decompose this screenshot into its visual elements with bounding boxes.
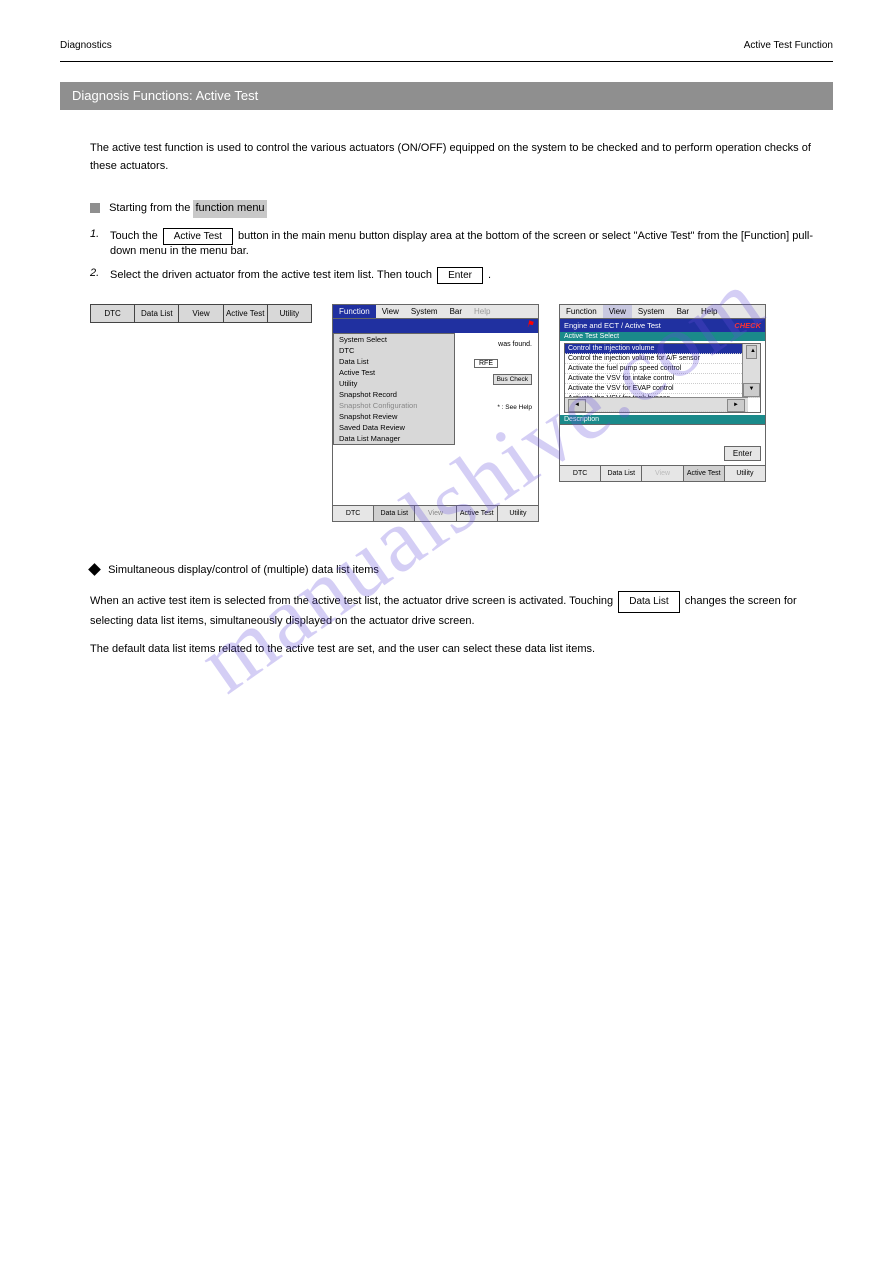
bottom-data-list[interactable]: Data List — [374, 506, 415, 521]
menu-bar[interactable]: Bar — [444, 305, 468, 318]
menu-function[interactable]: Function — [333, 305, 376, 318]
menu3-bar[interactable]: Bar — [671, 305, 695, 318]
active-test-button-ref: Active Test — [163, 228, 233, 245]
menu3-help[interactable]: Help — [695, 305, 723, 318]
menu-item-utility[interactable]: Utility — [334, 378, 454, 389]
shot3-title-text: Engine and ECT / Active Test — [564, 321, 661, 330]
bottom3-view: View — [642, 466, 683, 481]
intro-text: The active test function is used to cont… — [90, 140, 833, 175]
toolbar-utility[interactable]: Utility — [268, 305, 311, 322]
active-test-list: Control the injection volume Control the… — [564, 343, 761, 413]
bottom3-dtc[interactable]: DTC — [560, 466, 601, 481]
menu-item-snapshot-record[interactable]: Snapshot Record — [334, 389, 454, 400]
bottom-active-test[interactable]: Active Test — [457, 506, 498, 521]
diamond-p1: When an active test item is selected fro… — [90, 591, 833, 631]
list-item[interactable]: Activate the VSV for EVAP control — [565, 384, 748, 394]
menu-item-system-select[interactable]: System Select — [334, 334, 454, 345]
list-item[interactable]: Activate the fuel pump speed control — [565, 364, 748, 374]
scroll-down-icon[interactable]: ▼ — [743, 383, 760, 397]
diamond-heading: Simultaneous display/control of (multipl… — [90, 562, 833, 580]
toolbar-view[interactable]: View — [179, 305, 223, 322]
enter-button-ref: Enter — [437, 267, 483, 284]
menu-help[interactable]: Help — [468, 305, 496, 318]
subheading: Starting from the function menu — [90, 200, 833, 218]
toolbar-active-test[interactable]: Active Test — [224, 305, 268, 322]
step-1: 1. Touch the Active Test button in the m… — [90, 228, 833, 257]
horizontal-scrollbar[interactable]: ◄ ► — [565, 397, 748, 412]
menu-item-saved-data[interactable]: Saved Data Review — [334, 422, 454, 433]
dropdown-panel: System Select DTC Data List Active Test … — [333, 333, 455, 445]
was-found-label: was found. — [498, 341, 532, 348]
flag-icon: ⚑ — [526, 319, 534, 330]
menu-item-data-list[interactable]: Data List — [334, 356, 454, 367]
bottom3-data-list[interactable]: Data List — [601, 466, 642, 481]
menu3-view[interactable]: View — [603, 305, 632, 318]
scroll-left-icon[interactable]: ◄ — [568, 399, 586, 412]
description-header: Description — [560, 415, 765, 424]
rfe-label: RFE — [474, 359, 498, 368]
list-item[interactable]: Activate the VSV for intake control — [565, 374, 748, 384]
check-label: CHECK — [734, 321, 761, 330]
step-2: 2. Select the driven actuator from the a… — [90, 267, 833, 284]
figure-active-test-select: Function View System Bar Help Engine and… — [559, 304, 766, 482]
menu-item-active-test[interactable]: Active Test — [334, 367, 454, 378]
scroll-right-icon[interactable]: ► — [727, 399, 745, 412]
menu-item-dtc[interactable]: DTC — [334, 345, 454, 356]
bottom-view[interactable]: View — [415, 506, 456, 521]
square-bullet — [90, 203, 100, 213]
highlight-function-menu: function menu — [193, 200, 266, 218]
menu-item-snapshot-review[interactable]: Snapshot Review — [334, 411, 454, 422]
bottom-utility[interactable]: Utility — [498, 506, 538, 521]
enter-button[interactable]: Enter — [724, 446, 761, 461]
menu-system[interactable]: System — [405, 305, 444, 318]
bottom3-utility[interactable]: Utility — [725, 466, 765, 481]
header-right: Active Test Function — [744, 40, 833, 51]
bottom-dtc[interactable]: DTC — [333, 506, 374, 521]
header-rule — [60, 61, 833, 62]
diamond-p2: The default data list items related to t… — [90, 641, 833, 659]
menu-item-snapshot-config: Snapshot Configuration — [334, 400, 454, 411]
vertical-scrollbar[interactable]: ▲ ▼ — [742, 344, 760, 398]
menu-item-data-list-mgr[interactable]: Data List Manager — [334, 433, 454, 444]
scroll-up-icon[interactable]: ▲ — [746, 345, 757, 359]
list-item[interactable]: Control the injection volume for A/F sen… — [565, 354, 748, 364]
menu-view[interactable]: View — [376, 305, 405, 318]
toolbar-dtc[interactable]: DTC — [91, 305, 135, 322]
menu3-system[interactable]: System — [632, 305, 671, 318]
menu3-function[interactable]: Function — [560, 305, 603, 318]
data-list-button-ref: Data List — [618, 591, 679, 613]
active-test-select-header: Active Test Select — [560, 332, 765, 341]
section-title: Diagnosis Functions: Active Test — [60, 82, 833, 110]
figure-toolbar: DTC Data List View Active Test Utility — [90, 304, 312, 323]
figure-dropdown: Function View System Bar Help ⚑ System S… — [332, 304, 539, 522]
bottom3-active-test[interactable]: Active Test — [684, 466, 725, 481]
diamond-bullet-icon — [88, 564, 101, 577]
toolbar-data-list[interactable]: Data List — [135, 305, 179, 322]
bus-check-button[interactable]: Bus Check — [493, 374, 532, 385]
see-help-label: * : See Help — [497, 404, 532, 411]
header-left: Diagnostics — [60, 40, 112, 51]
list-item[interactable]: Control the injection volume — [565, 344, 748, 354]
